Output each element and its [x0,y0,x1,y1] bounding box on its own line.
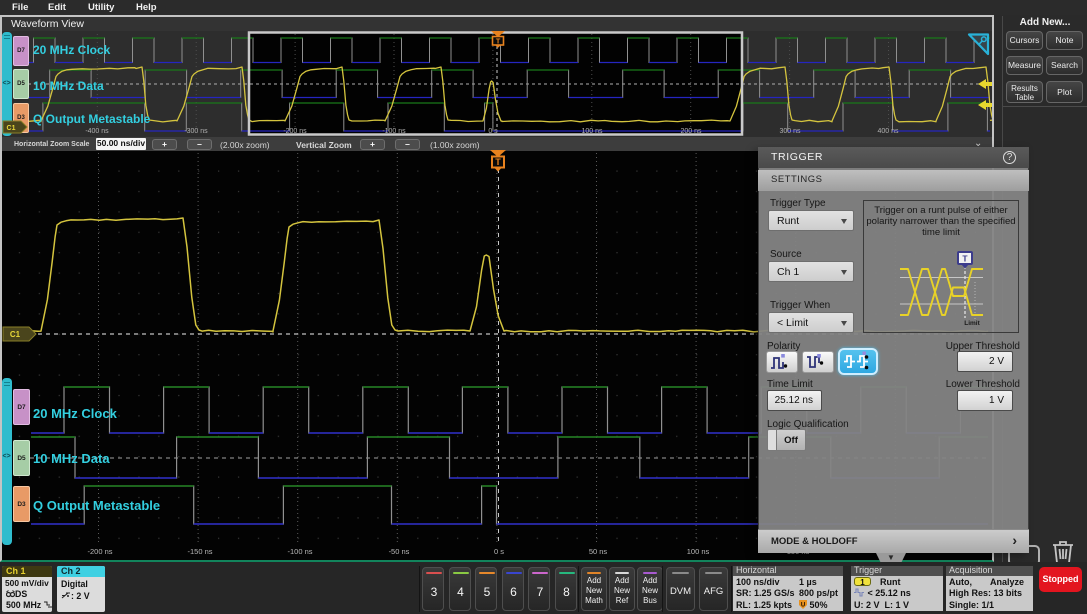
svg-text:-400 ns: -400 ns [85,128,109,135]
svg-text:100 ns: 100 ns [581,128,603,135]
svg-text:-100 ns: -100 ns [287,547,312,556]
svg-text:0 s: 0 s [494,547,504,556]
svg-text:200 ns: 200 ns [680,128,702,135]
svg-text:100 ns: 100 ns [687,547,710,556]
svg-text:-150 ns: -150 ns [187,547,212,556]
svg-text:400 ns: 400 ns [877,128,899,135]
svg-text:U: U [801,602,805,608]
svg-text:-50 ns: -50 ns [389,547,410,556]
svg-text:T: T [495,157,501,167]
svg-text:T: T [496,37,501,46]
svg-text:-200 ns: -200 ns [283,128,307,135]
svg-text:C1: C1 [10,330,21,339]
svg-text:-100 ns: -100 ns [382,128,406,135]
svg-text:T: T [962,254,968,264]
svg-text:50 ns: 50 ns [589,547,608,556]
svg-text:C1: C1 [7,125,16,132]
svg-text:-200 ns: -200 ns [87,547,112,556]
svg-text:-300 ns: -300 ns [184,128,208,135]
svg-text:300 ns: 300 ns [779,128,801,135]
svg-text:Limit: Limit [964,320,980,327]
svg-text:0 s: 0 s [488,128,498,135]
